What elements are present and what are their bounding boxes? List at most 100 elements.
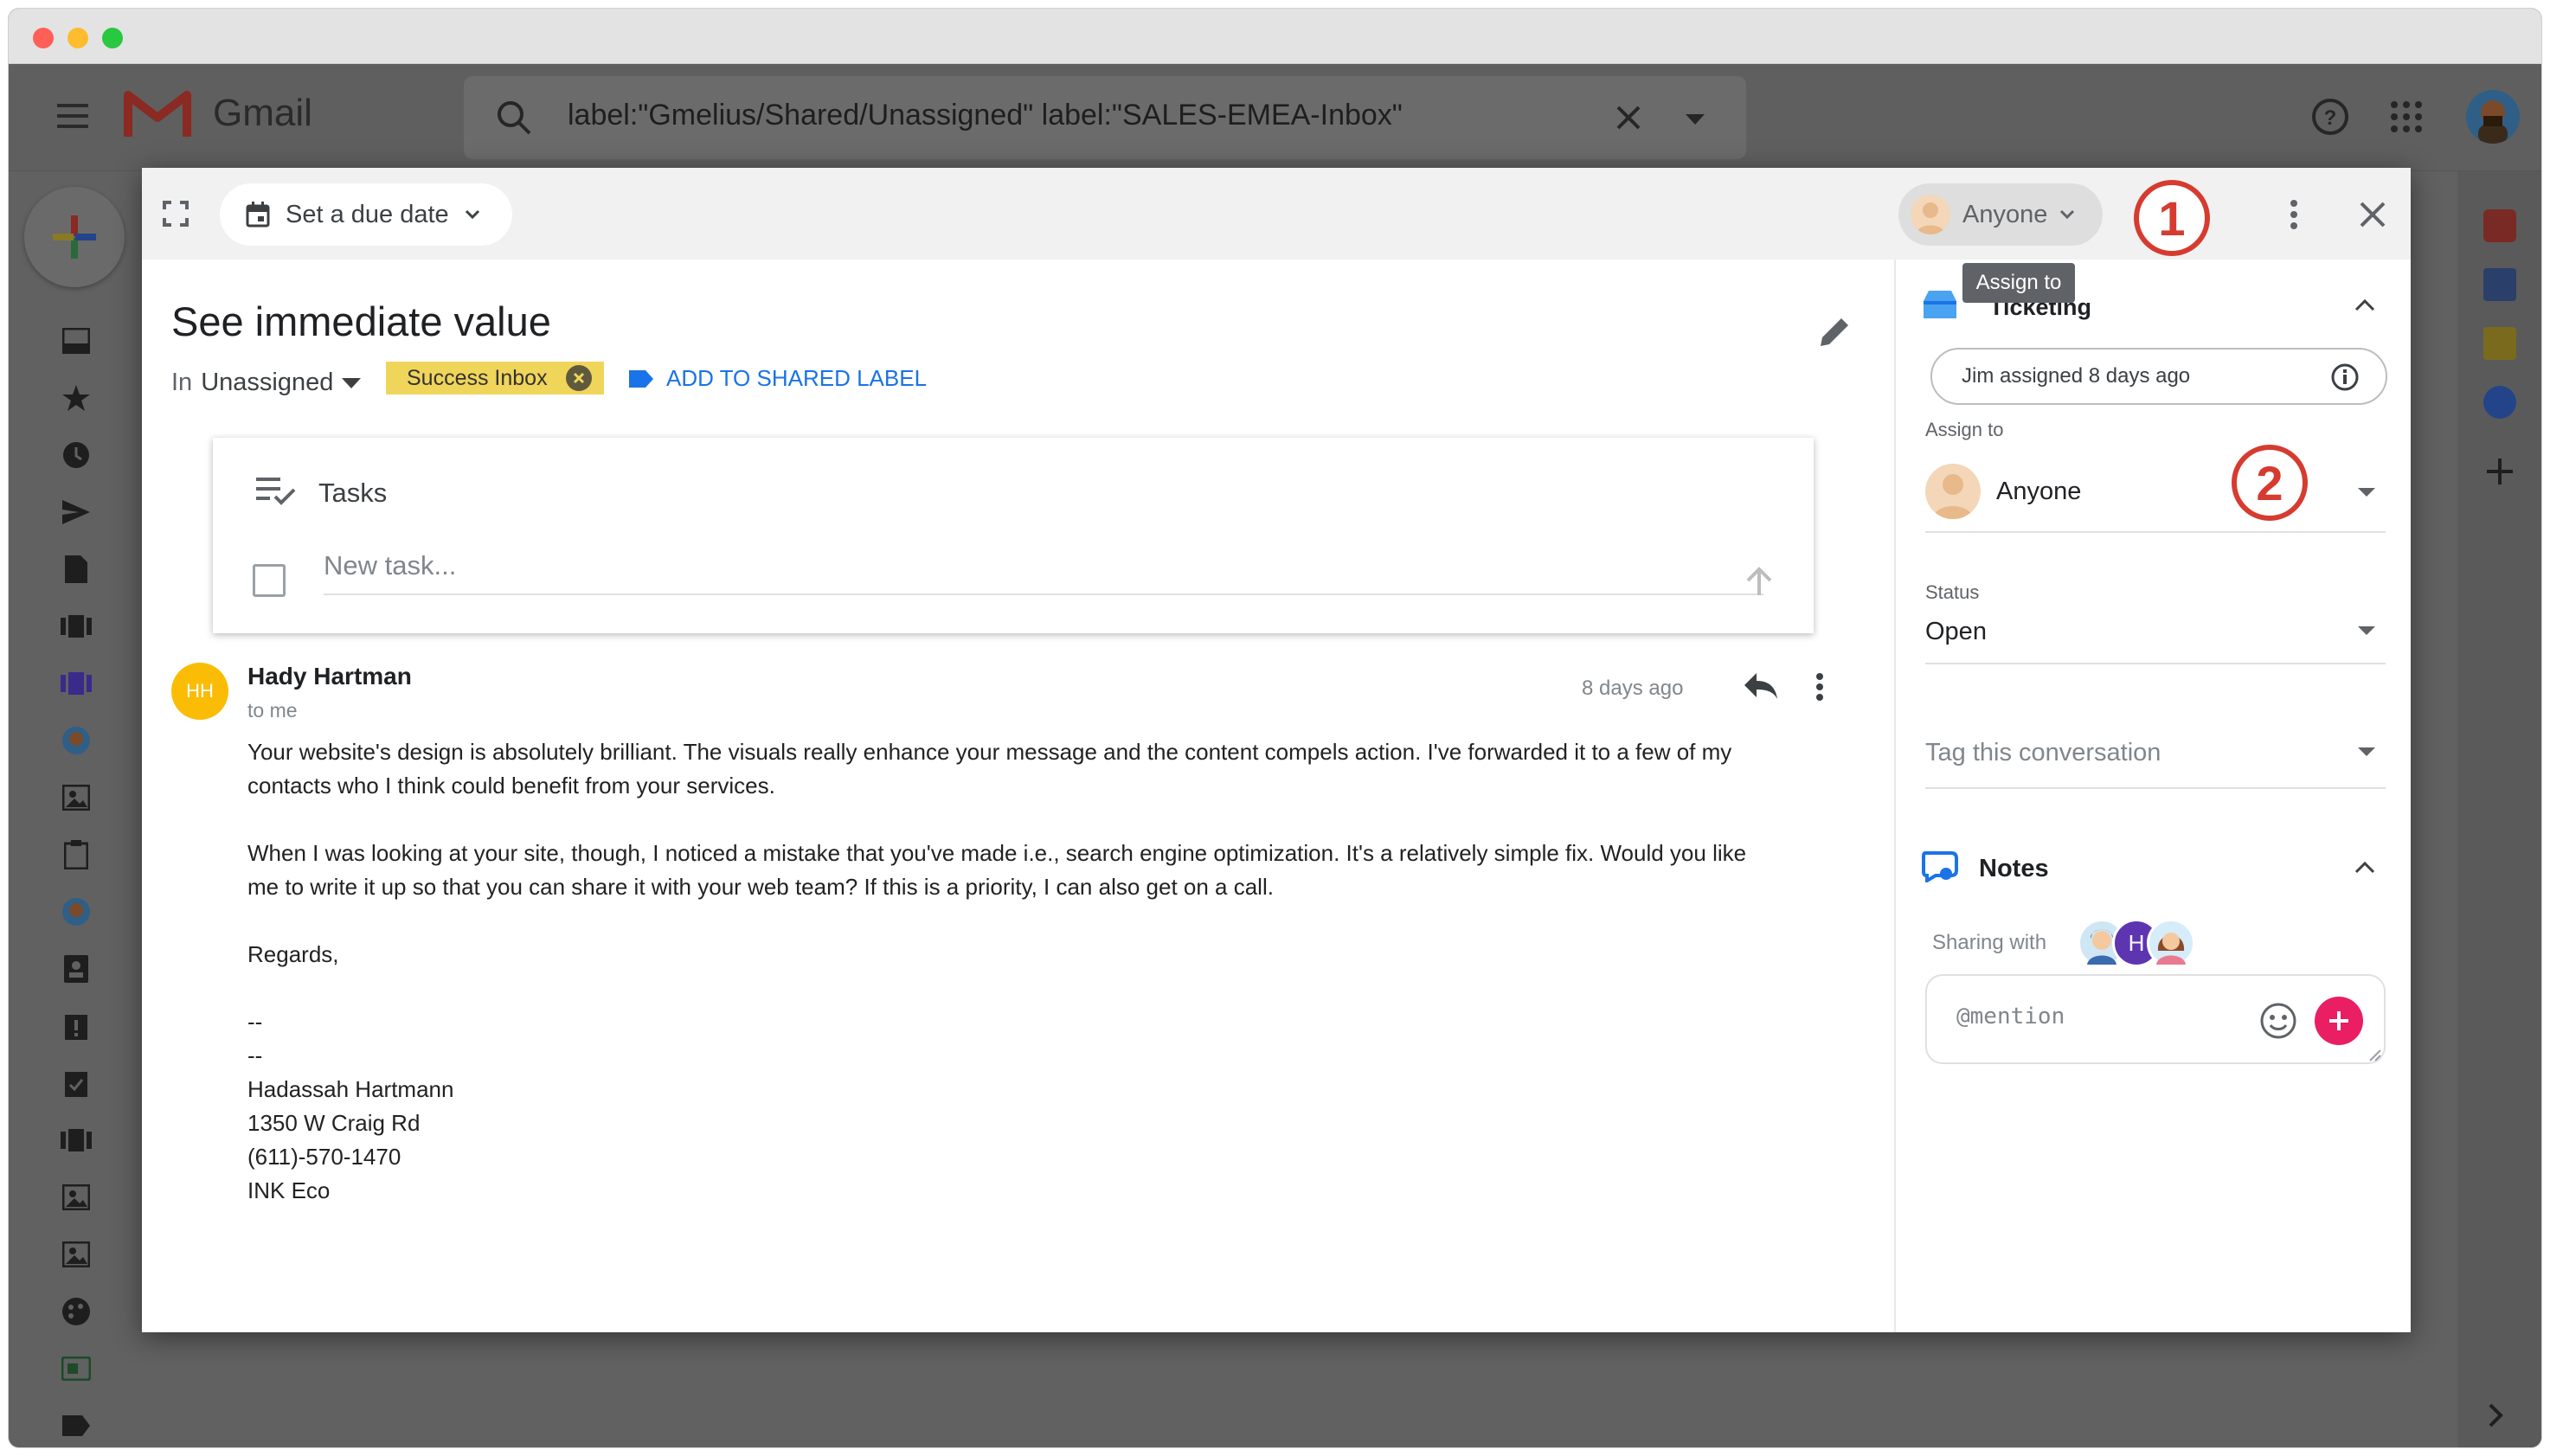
search-bar[interactable]: label:"Gmelius/Shared/Unassigned" label:… [464,76,1746,159]
window-minimize-button[interactable] [67,28,88,48]
search-icon[interactable] [495,99,533,137]
photo-3-icon[interactable] [61,1239,92,1270]
tag-conversation-dropdown[interactable]: Tag this conversation [1925,728,2386,780]
add-shared-label-text: ADD TO SHARED LABEL [666,365,928,391]
snoozed-icon[interactable] [61,439,92,471]
assign-tooltip: Assign to [1962,263,2075,303]
label-purple-icon[interactable] [61,668,92,699]
photo-2-icon[interactable] [61,1182,92,1213]
edit-subject-icon[interactable] [1817,313,1853,350]
more-labels-icon[interactable] [61,1410,92,1441]
add-task-arrow-icon[interactable] [1744,566,1774,597]
folder-value: Unassigned [201,369,334,396]
person-avatar-icon [1925,464,1981,519]
gmail-brand: Gmail [213,92,312,134]
inbox-icon[interactable] [61,325,92,356]
important-icon[interactable] [61,1010,92,1042]
collapse-notes-icon[interactable] [2354,860,2375,874]
more-options-icon[interactable] [2290,199,2298,230]
window-close-button[interactable] [33,28,54,48]
notes-chat-icon [1922,850,1960,882]
calendar-icon[interactable] [2483,268,2516,301]
contact-avatar-icon[interactable] [61,725,92,756]
expand-panel-icon[interactable] [2489,1403,2504,1427]
drafts-icon[interactable] [61,554,92,585]
gmail-logo-icon[interactable] [123,87,192,142]
assignee-chip[interactable]: Anyone [1898,183,2103,246]
assignee-dropdown[interactable]: Anyone [1925,459,2386,528]
divider [1925,787,2386,789]
tasks-check-icon[interactable] [61,1068,92,1099]
apps-grid-icon[interactable] [2390,100,2423,133]
notes-title: Notes [1979,855,2049,882]
search-input[interactable]: label:"Gmelius/Shared/Unassigned" label:… [568,99,1403,132]
label-icon[interactable] [61,611,92,642]
folder-selector[interactable]: In Unassigned [171,369,362,397]
label-3-icon[interactable] [61,1125,92,1156]
account-avatar[interactable] [2466,90,2520,144]
sender-name[interactable]: Hady Hartman [247,663,412,690]
collapse-ticketing-icon[interactable] [2354,298,2375,311]
person-avatar-icon [1911,195,1950,234]
gmail-right-rail [2457,171,2541,1447]
keep-icon[interactable] [2483,327,2516,360]
body-line: When I was looking at your site, though,… [247,840,1747,866]
message-time: 8 days ago [1582,677,1684,700]
signature-line: -- [247,1042,263,1068]
label-chip[interactable]: Success Inbox [386,362,604,394]
status-label: Status [1925,581,1980,603]
tasks-card: Tasks New task... [213,438,1814,633]
due-date-label: Set a due date [286,200,449,228]
contact-avatar-2-icon[interactable] [61,896,92,927]
starred-icon[interactable] [61,382,92,414]
window-titlebar [9,9,2541,64]
new-task-placeholder: New task... [324,550,457,580]
due-date-button[interactable]: Set a due date [220,183,512,246]
remove-label-icon[interactable] [566,365,592,391]
body-line: Regards, [247,941,339,967]
label-chip-text: Success Inbox [407,365,548,390]
resize-handle-icon[interactable] [2368,1049,2382,1062]
window-zoom-button[interactable] [102,28,123,48]
add-addon-icon[interactable] [2485,457,2515,486]
reply-icon[interactable] [1743,671,1779,701]
plus-icon [2329,1011,2348,1030]
add-note-button[interactable] [2315,997,2363,1045]
body-line: me to write it up so that you can share … [247,874,1274,900]
signature-line: -- [247,1009,263,1035]
add-shared-label-button[interactable]: ADD TO SHARED LABEL [628,365,927,392]
photo-icon[interactable] [61,782,92,813]
activity-pill[interactable]: Jim assigned 8 days ago [1930,348,2387,405]
assignee-chip-label: Anyone [1962,200,2048,228]
main-menu-icon[interactable] [55,102,90,130]
gmail-left-rail [9,171,144,1447]
close-modal-icon[interactable] [2359,201,2386,228]
ticketing-inbox-icon [1922,289,1958,320]
message-more-icon[interactable] [1815,673,1824,701]
tasks-addon-icon[interactable] [2483,386,2516,419]
clipboard-icon[interactable] [61,839,92,870]
task-checkbox[interactable] [253,564,286,597]
help-icon[interactable]: ? [2310,97,2350,137]
status-dropdown[interactable]: Open [1925,609,2386,661]
caret-down-icon [2358,488,2375,497]
clear-search-icon[interactable] [1615,104,1642,131]
tasks-title: Tasks [318,478,388,508]
contacts-book-icon[interactable] [61,953,92,985]
caret-down-icon [2358,626,2375,635]
search-options-icon[interactable] [1686,114,1705,125]
info-icon[interactable] [2330,362,2360,392]
recipient-text[interactable]: to me [247,699,298,722]
fullscreen-icon[interactable] [163,201,189,227]
compose-button[interactable] [24,187,125,287]
sent-icon[interactable] [61,497,92,528]
sharing-with-label: Sharing with [1932,931,2047,954]
emoji-icon[interactable] [2259,1002,2297,1040]
palette-icon[interactable] [61,1296,92,1327]
mention-input[interactable]: @mention [1925,974,2386,1064]
activity-text: Jim assigned 8 days ago [1962,364,2191,388]
addon-red-icon[interactable] [2483,209,2516,242]
shared-user-avatar-3[interactable] [2147,919,2195,967]
label-green-icon[interactable] [61,1353,92,1384]
new-task-input[interactable]: New task... [324,550,1763,595]
